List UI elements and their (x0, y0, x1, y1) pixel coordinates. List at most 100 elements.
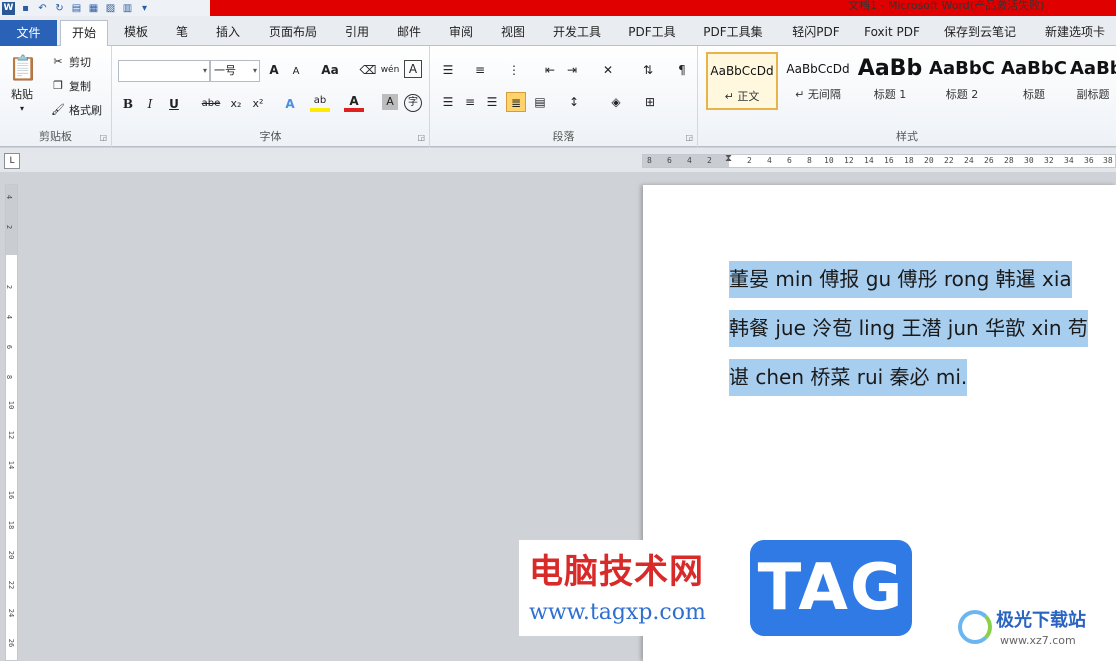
style-sample: AaBb (857, 56, 923, 81)
shrink-font-button[interactable]: A (286, 62, 306, 82)
style-gallery: AaBbCcDd ↵ 正文 AaBbCcDd ↵ 无间隔 AaBb 标题 1 A… (706, 52, 1116, 112)
highlight-icon[interactable]: ab (310, 94, 330, 112)
more-icon[interactable]: ▾ (138, 2, 151, 15)
style-heading-1[interactable]: AaBb 标题 1 (854, 52, 926, 110)
line-spacing-icon[interactable]: ↕ (564, 92, 584, 112)
save-icon[interactable]: ▪ (19, 2, 32, 15)
tab-view[interactable]: 视图 (490, 20, 536, 46)
tab-selector-button[interactable]: L (4, 153, 20, 169)
tab-lightpdf[interactable]: 轻闪PDF (780, 20, 852, 46)
style-name: ↵ 无间隔 (795, 88, 841, 101)
ruler-margin (643, 155, 729, 167)
indent-marker-icon[interactable]: ⧗ (725, 153, 732, 164)
ruler-tick: 22 (944, 156, 954, 165)
increase-indent-icon[interactable]: ⇥ (562, 60, 582, 80)
show-marks-icon[interactable]: ¶ (672, 60, 692, 80)
tab-page-layout[interactable]: 页面布局 (258, 20, 328, 46)
clipboard-group-label: 剪贴板 (39, 130, 72, 143)
tab-references[interactable]: 引用 (334, 20, 380, 46)
italic-button[interactable]: I (140, 94, 160, 114)
superscript-button[interactable]: x² (248, 94, 268, 114)
style-title[interactable]: AaBbC 标题 (998, 52, 1070, 110)
layout-icon[interactable]: ▥ (121, 2, 134, 15)
paste-dropdown-icon: ▾ (19, 104, 24, 113)
word-logo-icon[interactable]: W (2, 1, 15, 15)
copy-button[interactable]: ❐ 复制 (50, 78, 91, 94)
tab-file[interactable]: 文件 (0, 20, 57, 46)
cut-button[interactable]: ✂ 剪切 (50, 54, 91, 70)
tab-review[interactable]: 审阅 (438, 20, 484, 46)
tab-pdf-tools[interactable]: PDF工具 (618, 20, 686, 46)
grow-font-button[interactable]: A (264, 60, 284, 80)
clipboard-launcher-icon[interactable]: ◲ (99, 133, 107, 142)
preview-icon[interactable]: ▦ (87, 2, 100, 15)
ruler-tick: 18 (7, 520, 16, 530)
pinyin-guide-button[interactable]: wén (380, 60, 400, 80)
font-name-combo[interactable]: ▾ (118, 60, 210, 82)
tab-pdf-toolset[interactable]: PDF工具集 (692, 20, 774, 46)
horizontal-ruler[interactable]: ⧗ 8 6 4 2 2 4 6 8 10 12 14 16 18 20 22 2… (642, 153, 1116, 168)
style-subtitle[interactable]: AaBb 副标题 (1070, 52, 1116, 110)
format-painter-button[interactable]: 🖌 格式刷 (50, 102, 102, 118)
distributed-icon[interactable]: ▤ (530, 92, 550, 112)
bold-button[interactable]: B (118, 94, 138, 114)
style-heading-2[interactable]: AaBbC 标题 2 (926, 52, 998, 110)
tab-insert[interactable]: 插入 (205, 20, 251, 46)
sort-icon[interactable]: ⇅ (638, 60, 658, 80)
strikethrough-button[interactable]: abe (198, 94, 224, 114)
subscript-button[interactable]: x₂ (226, 94, 246, 114)
enclose-char-icon[interactable]: 字 (404, 94, 422, 112)
ruler-tick: 12 (7, 430, 16, 440)
vertical-ruler[interactable]: 4 2 2 4 6 8 10 12 14 16 18 20 22 24 26 (5, 184, 18, 661)
style-normal[interactable]: AaBbCcDd ↵ 正文 (706, 52, 778, 110)
watermark-download-site: 极光下载站 www.xz7.com (958, 606, 1114, 656)
font-color-icon[interactable]: A (344, 94, 364, 112)
decrease-indent-icon[interactable]: ⇤ (540, 60, 560, 80)
style-no-spacing[interactable]: AaBbCcDd ↵ 无间隔 (782, 52, 854, 110)
align-right-icon[interactable]: ☰ (482, 92, 502, 112)
selected-text-line[interactable]: 韩餐 jue 泠苞 ling 王潜 jun 华歆 xin 苟 (729, 310, 1088, 347)
tab-developer[interactable]: 开发工具 (542, 20, 612, 46)
align-left-icon[interactable]: ☰ (438, 92, 458, 112)
tab-template[interactable]: 模板 (112, 20, 160, 46)
cut-label: 剪切 (69, 56, 91, 69)
text-effects-icon[interactable]: A (280, 94, 300, 114)
tab-foxit-pdf[interactable]: Foxit PDF (858, 20, 926, 46)
char-border-icon[interactable]: A (404, 60, 422, 78)
font-size-combo[interactable]: 一号 ▾ (210, 60, 260, 82)
align-center-icon[interactable]: ≡ (460, 92, 480, 112)
ruler-tick: 4 (5, 314, 14, 320)
paste-button[interactable]: 📋 粘贴 ▾ (8, 52, 38, 113)
chinese-layout-icon[interactable]: ✕ (598, 60, 618, 80)
style-name: 副标题 (1076, 88, 1110, 101)
ruler-tick: 6 (787, 156, 792, 165)
change-case-button[interactable]: Aa (316, 60, 344, 80)
borders-icon[interactable]: ⊞ (640, 92, 660, 112)
justify-icon[interactable]: ≣ (506, 92, 526, 112)
ruler-tick: 2 (5, 224, 14, 230)
document-body[interactable]: 董晏 min 傅报 gu 傅彤 rong 韩暹 xia 韩餐 jue 泠苞 li… (729, 257, 1116, 404)
print-icon[interactable]: ▨ (104, 2, 117, 15)
tab-home[interactable]: 开始 (60, 20, 108, 47)
shading-icon[interactable]: ◈ (606, 92, 626, 112)
new-doc-icon[interactable]: ▤ (70, 2, 83, 15)
underline-button[interactable]: U (164, 94, 184, 114)
tab-mailings[interactable]: 邮件 (386, 20, 432, 46)
font-launcher-icon[interactable]: ◲ (417, 133, 425, 142)
undo-icon[interactable]: ↶ (36, 2, 49, 15)
redo-icon[interactable]: ↻ (53, 2, 66, 15)
selected-text-line[interactable]: 董晏 min 傅报 gu 傅彤 rong 韩暹 xia (729, 261, 1072, 298)
style-name: 标题 1 (873, 88, 907, 101)
bullets-icon[interactable]: ☰ (438, 60, 458, 80)
numbering-icon[interactable]: ≡ (470, 60, 490, 80)
paragraph-launcher-icon[interactable]: ◲ (685, 133, 693, 142)
tab-new-tab[interactable]: 新建选项卡 (1034, 20, 1116, 46)
tab-pen[interactable]: 笔 (165, 20, 199, 46)
selected-text-line[interactable]: 谌 chen 桥菜 rui 秦必 mi. (729, 359, 968, 396)
style-sample: AaBbC (1001, 58, 1067, 79)
clear-format-icon[interactable]: ⌫ (358, 60, 378, 80)
ruler-tick: 26 (7, 638, 16, 648)
multilevel-list-icon[interactable]: ⋮ (504, 60, 524, 80)
char-shading-icon[interactable]: A (382, 94, 398, 110)
tab-cloud-notes[interactable]: 保存到云笔记 (934, 20, 1026, 46)
